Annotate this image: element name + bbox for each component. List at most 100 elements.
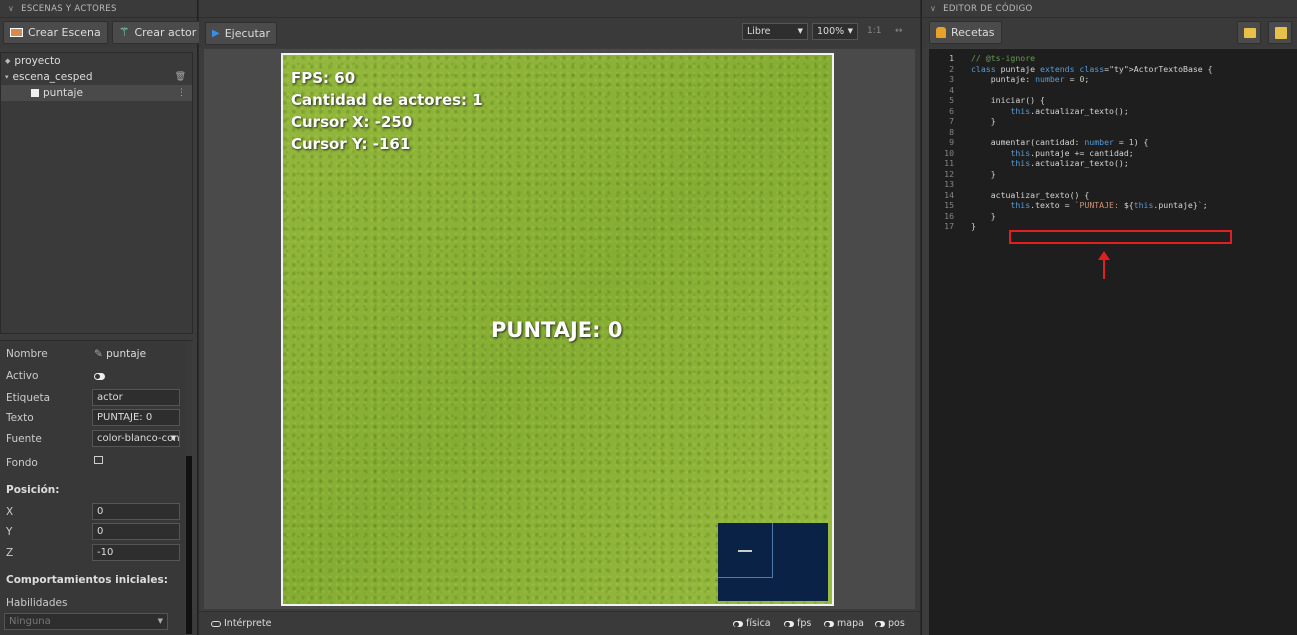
scrollbar-thumb[interactable]: [186, 456, 192, 634]
expand-icon[interactable]: ↔: [895, 26, 903, 36]
font-select-value: color-blanco-con: [97, 433, 180, 444]
camera-mode-value: Libre: [747, 26, 771, 37]
code-text[interactable]: this.actualizar_texto();: [971, 158, 1128, 169]
minimap[interactable]: [718, 523, 828, 601]
code-line[interactable]: 7 }: [929, 116, 1297, 127]
zoom-select[interactable]: 100% ▼: [812, 23, 858, 40]
docs-button[interactable]: [1268, 21, 1292, 44]
dropdown-arrow-icon: ▼: [170, 434, 176, 442]
background-label: Fondo: [6, 457, 38, 469]
code-line[interactable]: 6 this.actualizar_texto();: [929, 106, 1297, 117]
tree-item-actor[interactable]: puntaje ⋮: [1, 85, 192, 101]
code-line[interactable]: 8: [929, 127, 1297, 138]
skills-select-value: Ninguna: [9, 616, 51, 627]
scenes-actors-panel: ∨ ESCENAS Y ACTORES Crear Escena ⚚ Crear …: [0, 0, 204, 635]
game-canvas[interactable]: FPS: 60 Cantidad de actores: 1 Cursor X:…: [281, 53, 834, 606]
map-toggle[interactable]: mapa: [824, 618, 864, 629]
code-line[interactable]: 11 this.actualizar_texto();: [929, 158, 1297, 169]
hud-cursor-x: Cursor X: -250: [291, 113, 413, 131]
skills-label: Habilidades: [6, 597, 68, 609]
score-actor-text[interactable]: PUNTAJE: 0: [491, 318, 622, 342]
line-number: 10: [944, 147, 954, 158]
code-line[interactable]: 1 // @ts-ignore: [929, 53, 1297, 64]
y-input[interactable]: 0: [92, 523, 180, 540]
code-line[interactable]: 16 }: [929, 211, 1297, 222]
interpreter-toggle[interactable]: Intérprete: [211, 618, 271, 629]
code-text[interactable]: }: [971, 169, 996, 180]
z-input[interactable]: -10: [92, 544, 180, 561]
pos-toggle[interactable]: pos: [875, 618, 905, 629]
tree-item-project[interactable]: ◆ proyecto: [1, 53, 192, 69]
interpreter-icon: [211, 620, 221, 627]
create-scene-button[interactable]: Crear Escena: [3, 21, 108, 44]
line-number: 12: [944, 168, 954, 179]
code-line[interactable]: 10 this.puntaje += cantidad;: [929, 148, 1297, 159]
annotation-arrow-icon: [1098, 251, 1110, 279]
line-number: 13: [944, 179, 954, 189]
code-text[interactable]: iniciar() {: [971, 95, 1045, 106]
dropdown-arrow-icon: ▼: [847, 27, 853, 35]
recipes-button[interactable]: Recetas: [929, 21, 1002, 44]
toggle-switch-icon: [94, 373, 105, 380]
properties-scrollbar[interactable]: [185, 341, 193, 635]
code-editor-header[interactable]: ∨ EDITOR DE CÓDIGO: [922, 0, 1297, 18]
code-text[interactable]: actualizar_texto() {: [971, 190, 1090, 201]
code-text[interactable]: this.actualizar_texto();: [971, 106, 1128, 117]
toggle-switch-icon: [784, 620, 794, 627]
create-actor-label: Crear actor: [134, 26, 197, 39]
ratio-button[interactable]: 1:1: [867, 26, 881, 36]
active-toggle[interactable]: [94, 371, 105, 383]
code-line[interactable]: 12 }: [929, 169, 1297, 180]
more-options-icon[interactable]: ⋮: [177, 85, 186, 101]
name-value[interactable]: ✎ puntaje: [94, 348, 146, 360]
physics-toggle[interactable]: física: [733, 618, 771, 629]
create-actor-button[interactable]: ⚚ Crear actor: [111, 21, 204, 44]
book-icon: [1275, 27, 1287, 39]
code-text[interactable]: }: [971, 221, 976, 232]
code-line[interactable]: 15 this.texto = `PUNTAJE: ${this.puntaje…: [929, 200, 1297, 211]
code-text[interactable]: // @ts-ignore: [971, 53, 1035, 64]
stage-toolbar: ▶ Ejecutar Libre ▼ 100% ▼ 1:1 ↔: [199, 18, 920, 48]
text-input[interactable]: PUNTAJE: 0: [92, 409, 180, 426]
chevron-down-icon[interactable]: ∨: [930, 0, 936, 18]
behaviors-section-title: Comportamientos iniciales:: [6, 574, 168, 586]
font-select[interactable]: color-blanco-con ▼: [92, 430, 180, 447]
code-line[interactable]: 17}: [929, 221, 1297, 232]
code-line[interactable]: 14 actualizar_texto() {: [929, 190, 1297, 201]
line-number: 1: [949, 53, 954, 63]
code-line[interactable]: 4: [929, 85, 1297, 96]
code-editor[interactable]: 1 // @ts-ignore 2 class puntaje extends cla…: [929, 49, 1297, 635]
code-text[interactable]: this.puntaje += cantidad;: [971, 148, 1133, 159]
chevron-down-icon[interactable]: ∨: [8, 0, 14, 18]
line-number: 17: [944, 221, 954, 231]
code-line[interactable]: 3 puntaje: number = 0;: [929, 74, 1297, 85]
toggle-switch-icon: [733, 620, 743, 627]
code-line[interactable]: 9 aumentar(cantidad: number = 1) {: [929, 137, 1297, 148]
code-text[interactable]: }: [971, 116, 996, 127]
code-line[interactable]: 5 iniciar() {: [929, 95, 1297, 106]
hud-fps: FPS: 60: [291, 69, 356, 87]
fps-toggle[interactable]: fps: [784, 618, 811, 629]
background-image-picker[interactable]: [94, 455, 103, 467]
caret-down-icon[interactable]: ▾: [5, 69, 9, 85]
code-text[interactable]: aumentar(cantidad: number = 1) {: [971, 137, 1149, 148]
code-text[interactable]: }: [971, 211, 996, 222]
skills-select[interactable]: Ninguna ▼: [4, 613, 168, 630]
code-text[interactable]: puntaje: number = 0;: [971, 74, 1090, 85]
tag-input[interactable]: actor: [92, 389, 180, 406]
run-button[interactable]: ▶ Ejecutar: [205, 22, 278, 45]
code-line[interactable]: 13: [929, 179, 1297, 190]
camera-mode-select[interactable]: Libre ▼: [742, 23, 808, 40]
code-line[interactable]: 2 class puntaje extends class="ty">ActorT…: [929, 64, 1297, 75]
code-text[interactable]: this.texto = `PUNTAJE: ${this.puntaje}`;: [971, 200, 1207, 211]
pencil-icon: ✎: [94, 348, 107, 360]
trash-icon[interactable]: 🗑: [175, 69, 186, 85]
code-editor-toolbar: Recetas: [922, 18, 1297, 48]
dropdown-arrow-icon: ▼: [157, 617, 163, 625]
code-text[interactable]: class puntaje extends class="ty">ActorTe…: [971, 64, 1213, 75]
tree-item-scene[interactable]: ▾ escena_cesped 🗑: [1, 69, 192, 85]
line-number: 6: [949, 105, 954, 116]
scenes-actors-header[interactable]: ∨ ESCENAS Y ACTORES: [0, 0, 197, 18]
x-input[interactable]: 0: [92, 503, 180, 520]
open-folder-button[interactable]: [1237, 21, 1261, 44]
